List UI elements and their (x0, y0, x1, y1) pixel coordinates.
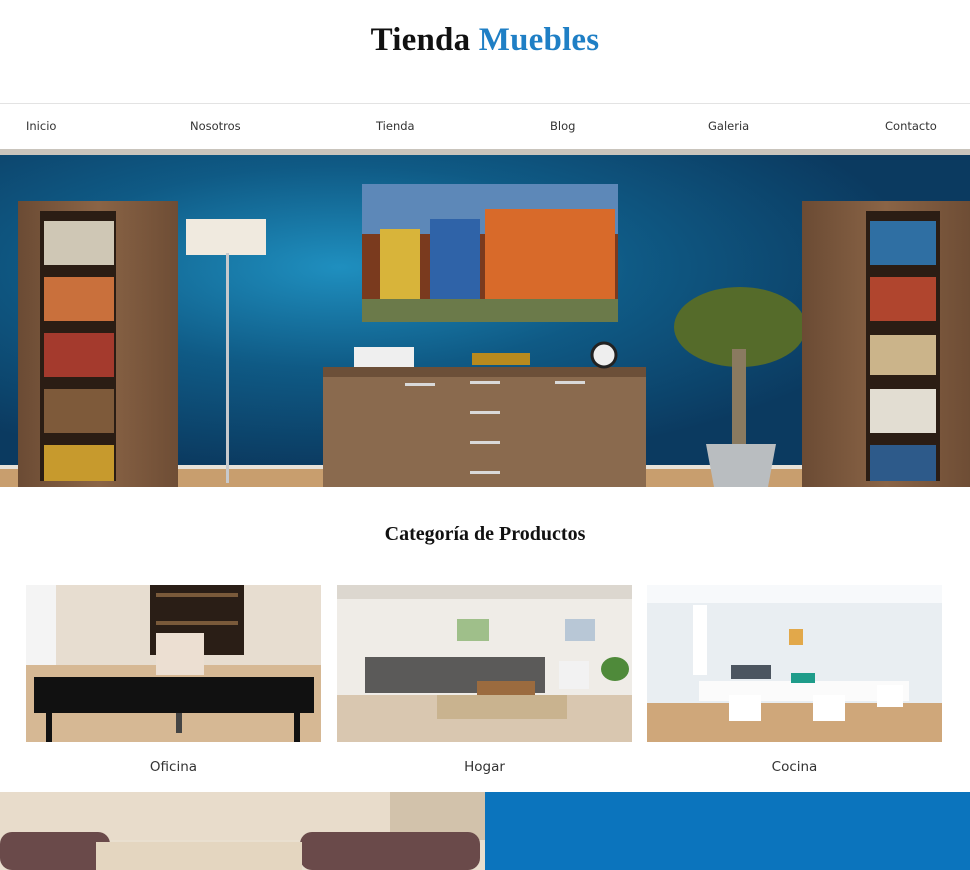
nav-item-galeria[interactable]: Galeria (708, 119, 749, 133)
nav-item-inicio[interactable]: Inicio (26, 119, 56, 133)
nav-item-contacto[interactable]: Contacto (885, 119, 937, 133)
hero-banner (0, 149, 970, 487)
category-card-hogar[interactable]: Hogar (337, 585, 632, 775)
category-card-cocina[interactable]: Cocina (647, 585, 942, 775)
brand-name-part1: Tienda (370, 22, 471, 58)
main-nav: Inicio Nosotros Tienda Blog Galeria Cont… (0, 103, 970, 149)
category-image-hogar[interactable] (337, 585, 632, 742)
site-logo[interactable]: Tienda Muebles (371, 22, 600, 59)
section-title: Categoría de Productos (384, 523, 586, 545)
nav-item-blog[interactable]: Blog (550, 119, 575, 133)
promo-panel (485, 792, 970, 870)
office-photo (26, 585, 321, 742)
nav-item-nosotros[interactable]: Nosotros (190, 119, 241, 133)
living-room-photo (337, 585, 632, 742)
hero-image (0, 149, 970, 487)
white-dining-room-photo (647, 585, 942, 742)
nav-item-tienda[interactable]: Tienda (376, 119, 415, 133)
category-card-oficina[interactable]: Oficina (26, 585, 321, 775)
category-image-oficina[interactable] (26, 585, 321, 742)
category-label-cocina[interactable]: Cocina (647, 759, 942, 775)
category-image-cocina[interactable] (647, 585, 942, 742)
category-label-hogar[interactable]: Hogar (337, 759, 632, 775)
sofa-photo (0, 792, 485, 870)
brand-name-part2: Muebles (478, 22, 600, 58)
category-label-oficina[interactable]: Oficina (26, 759, 321, 775)
promo-image (0, 792, 485, 870)
site-header: Tienda Muebles (0, 0, 970, 103)
